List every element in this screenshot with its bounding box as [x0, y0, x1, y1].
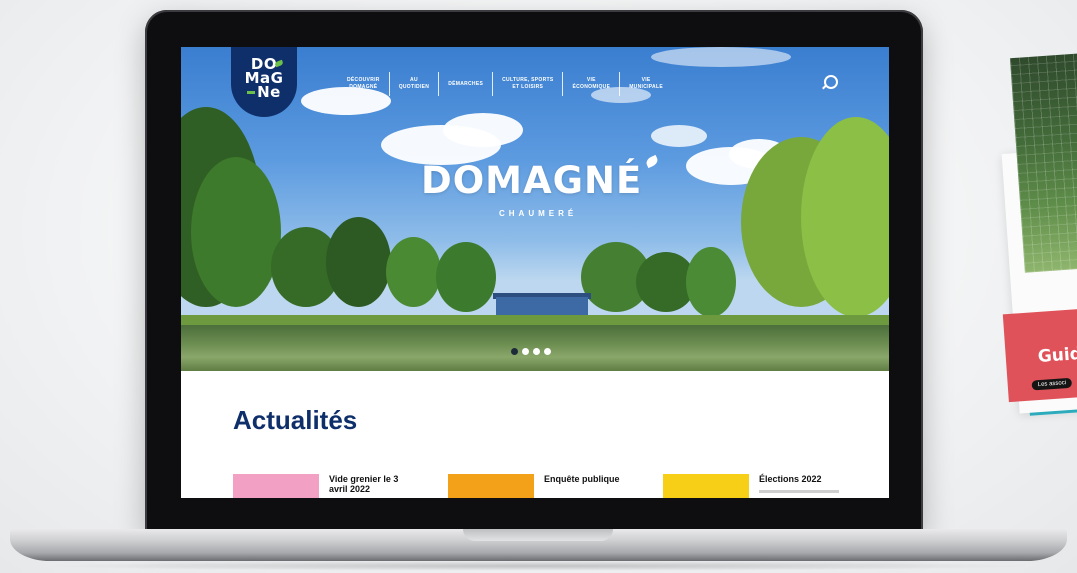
news-card-image [663, 474, 749, 498]
hero-banner: DO MaG Ne Découvrir Domagné Au quotidien… [181, 47, 889, 371]
nav-decouvrir[interactable]: Découvrir Domagné [338, 77, 389, 91]
hero-leaf-icon [644, 154, 660, 169]
slider-dots [511, 348, 551, 355]
search-icon[interactable] [824, 75, 838, 89]
nav-vie-municipale[interactable]: Vie municipale [620, 77, 672, 91]
slider-dot[interactable] [522, 348, 529, 355]
site-logo[interactable]: DO MaG Ne [231, 47, 297, 117]
news-card-excerpt [759, 490, 839, 493]
laptop-notch [463, 529, 613, 541]
nav-au-quotidien[interactable]: Au quotidien [390, 77, 438, 91]
news-card-image [448, 474, 534, 498]
logo-line-3: Ne [231, 85, 297, 100]
website-screen: DO MaG Ne Découvrir Domagné Au quotidien… [181, 47, 889, 498]
brochure-preview: Guide Les associ [985, 50, 1077, 439]
news-card-title[interactable]: Vide grenier le 3 avril 2022 [329, 474, 409, 494]
news-card-title[interactable]: Élections 2022 [759, 474, 839, 484]
news-heading: Actualités [233, 405, 358, 435]
nav-vie-economique[interactable]: Vie économique [563, 77, 619, 91]
hero-subtitle: CHAUMERÉ [499, 209, 578, 218]
slider-dot[interactable] [533, 348, 540, 355]
hero-title: DOMAGNÉ [421, 159, 643, 202]
nav-culture[interactable]: Culture, sports et loisirs [493, 77, 562, 91]
slider-dot[interactable] [544, 348, 551, 355]
laptop-shadow [40, 561, 1037, 571]
brochure-title: Guide [1037, 343, 1077, 368]
slider-dot[interactable] [511, 348, 518, 355]
main-nav: Découvrir Domagné Au quotidien Démarches… [338, 72, 672, 96]
nav-demarches[interactable]: Démarches [439, 81, 492, 88]
news-card-image [233, 474, 319, 498]
news-card-title[interactable]: Enquête publique [544, 474, 624, 484]
